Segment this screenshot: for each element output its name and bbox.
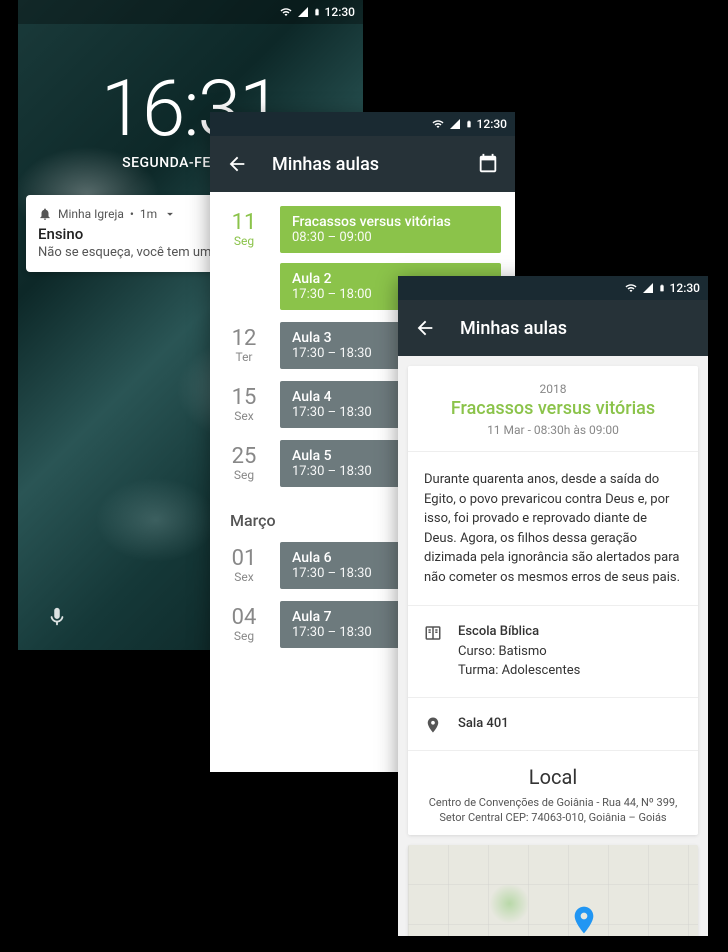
mic-icon[interactable] [46, 606, 68, 628]
status-bar: 12:30 [398, 276, 708, 300]
day-num: 25 [224, 446, 264, 468]
day-label: 25Seg [224, 440, 264, 487]
local-title: Local [408, 755, 698, 795]
school-row: Escola Bíblica Curso: Batismo Turma: Ado… [408, 610, 698, 693]
day-label: 12Ter [224, 322, 264, 369]
battery-icon [465, 117, 473, 131]
status-time: 12:30 [670, 281, 700, 295]
day-dow: Seg [224, 468, 264, 482]
day-num: 01 [224, 548, 264, 570]
detail-scroll[interactable]: 2018 Fracassos versus vitórias 11 Mar - … [398, 356, 708, 936]
page-title: Minhas aulas [272, 154, 453, 175]
divider [408, 451, 698, 452]
back-button[interactable] [226, 153, 248, 175]
class-name: Turma: Adolescentes [458, 661, 580, 681]
divider [408, 605, 698, 606]
calendar-button[interactable] [477, 153, 499, 175]
app-bar: Minhas aulas [398, 300, 708, 356]
class-time: 08:30 – 09:00 [292, 230, 489, 245]
divider [408, 697, 698, 698]
back-button[interactable] [414, 317, 436, 339]
wifi-icon [279, 6, 293, 18]
room-row: Sala 401 [408, 702, 698, 746]
chevron-down-icon [163, 207, 177, 221]
detail-card: 2018 Fracassos versus vitórias 11 Mar - … [408, 366, 698, 835]
map-pin-icon [568, 904, 600, 936]
wifi-icon [624, 282, 638, 294]
day-num: 15 [224, 387, 264, 409]
notification-age: 1m [140, 207, 157, 221]
room-name: Sala 401 [458, 714, 509, 734]
status-bar: 12:30 [210, 112, 515, 136]
course-name: Curso: Batismo [458, 642, 580, 662]
notification-app: Minha Igreja [58, 207, 124, 221]
class-name: Fracassos versus vitórias [292, 214, 489, 230]
day-label: 01Sex [224, 542, 264, 589]
day-dow: Seg [224, 629, 264, 643]
calendar-icon [477, 153, 499, 175]
school-name: Escola Bíblica [458, 622, 580, 642]
signal-icon [449, 118, 461, 130]
day-label: 15Sex [224, 381, 264, 428]
location-map[interactable] [408, 845, 698, 936]
battery-icon [313, 5, 321, 19]
day-label: 04Seg [224, 601, 264, 648]
status-bar: 12:30 [18, 0, 363, 24]
status-time: 12:30 [477, 117, 507, 131]
day-num: 12 [224, 328, 264, 350]
signal-icon [642, 282, 654, 294]
arrow-back-icon [226, 153, 248, 175]
day-num: 04 [224, 607, 264, 629]
signal-icon [297, 6, 309, 18]
local-address: Centro de Convenções de Goiânia - Rua 44… [408, 795, 698, 836]
day-dow: Sex [224, 570, 264, 584]
wifi-icon [431, 118, 445, 130]
bell-icon [38, 207, 52, 221]
app-bar: Minhas aulas [210, 136, 515, 192]
day-dow: Seg [224, 234, 264, 248]
arrow-back-icon [414, 317, 436, 339]
day-dow: Sex [224, 409, 264, 423]
day-num: 11 [224, 212, 264, 234]
battery-icon [658, 281, 666, 295]
divider [408, 750, 698, 751]
day-label: 11Seg [224, 206, 264, 310]
class-card[interactable]: Fracassos versus vitórias08:30 – 09:00 [280, 206, 501, 253]
detail-datetime: 11 Mar - 08:30h às 09:00 [420, 423, 686, 437]
detail-year: 2018 [420, 382, 686, 396]
detail-heading: Fracassos versus vitórias [420, 398, 686, 419]
status-time: 12:30 [325, 5, 355, 19]
page-title: Minhas aulas [460, 318, 692, 339]
book-icon [424, 624, 444, 642]
location-icon [424, 716, 444, 734]
detail-description: Durante quarenta anos, desde a saída do … [408, 456, 698, 601]
class-detail-phone: 12:30 Minhas aulas 2018 Fracassos versus… [398, 276, 708, 936]
day-dow: Ter [224, 350, 264, 364]
